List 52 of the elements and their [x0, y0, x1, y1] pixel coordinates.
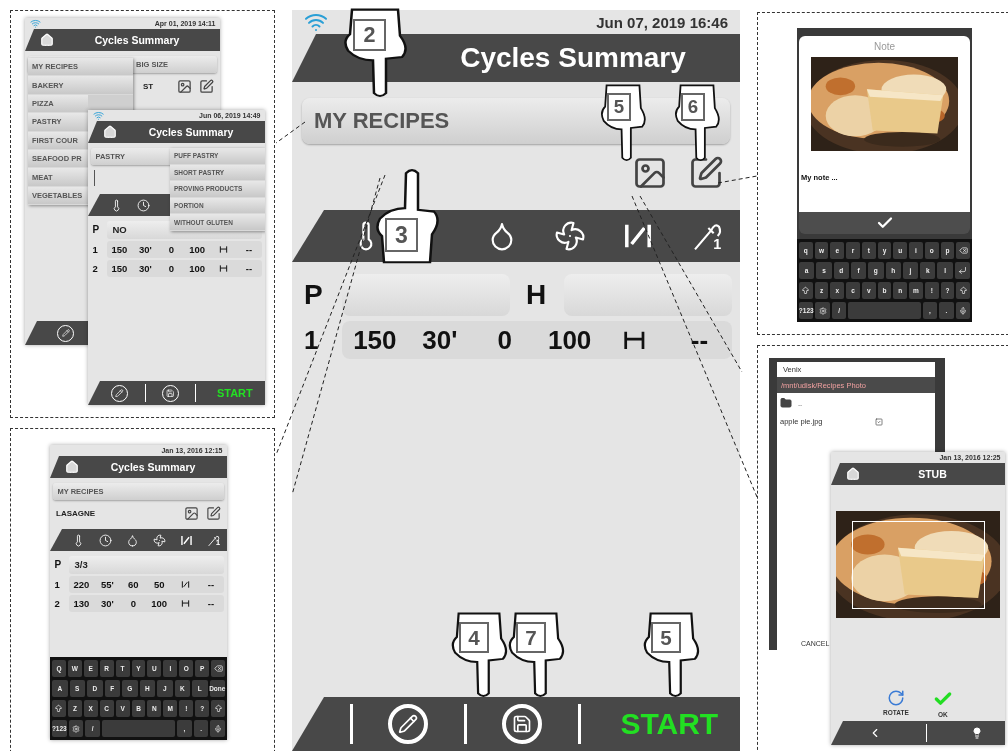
probe-value: -- — [207, 598, 215, 610]
probe-value: -- — [207, 579, 215, 591]
humidity-value: 0 — [168, 263, 174, 275]
humidity-value: 0 — [168, 244, 174, 256]
temperature-value: 220 — [73, 579, 90, 591]
date-time: Jun 07, 2019 16:46 — [596, 13, 728, 31]
humidity-value: 0 — [130, 598, 136, 610]
probe-number: 1 — [215, 537, 221, 547]
h-label: H — [526, 278, 548, 311]
step-number: 2 — [92, 263, 99, 275]
time-value: 55' — [100, 579, 114, 591]
phase-label: P — [92, 224, 101, 236]
step-number-tag: 5 — [607, 93, 631, 122]
humidity-value: 0 — [497, 324, 512, 356]
step-number: 1 — [54, 579, 61, 591]
fan-value: 100 — [189, 263, 206, 275]
humidity-value: 60 — [128, 579, 139, 591]
phase-value: NO — [112, 224, 127, 236]
time-value: 30' — [138, 263, 152, 275]
time-value: 30' — [422, 324, 458, 356]
phase-label: P — [54, 559, 63, 571]
screen-title: Cycles Summary — [109, 461, 197, 473]
time-value: 30' — [138, 244, 152, 256]
step-number-tag: 5 — [651, 622, 681, 654]
step-number: 1 — [304, 324, 320, 356]
step-number: 1 — [92, 244, 99, 256]
step-number-tag: 6 — [681, 93, 705, 122]
screen-title: STUB — [917, 468, 948, 480]
temperature-value: 150 — [111, 244, 128, 256]
temperature-value: 150 — [111, 263, 128, 275]
step-number-tag: 7 — [516, 622, 546, 654]
probe-value: -- — [245, 263, 253, 275]
recipe-name: ST — [143, 81, 154, 91]
temperature-value: 130 — [73, 598, 90, 610]
time-value: 30' — [100, 598, 114, 610]
screen-title: Cycles Summary — [147, 126, 235, 138]
probe-number: 1 — [713, 236, 722, 252]
screen-title: Cycles Summary — [93, 34, 181, 46]
fan-value: 100 — [151, 598, 168, 610]
probe-value: -- — [690, 324, 709, 356]
recipe-name: LASAGNE — [56, 508, 96, 518]
screen-title: Cycles Summary — [459, 42, 687, 74]
fan-value: 50 — [153, 579, 165, 591]
probe-value: -- — [245, 244, 253, 256]
step-number-tag: 4 — [459, 622, 489, 654]
fan-value: 100 — [189, 244, 206, 256]
phase-label: P — [304, 278, 324, 311]
fan-value: 100 — [547, 324, 592, 356]
temperature-value: 150 — [353, 324, 397, 356]
phase-value: 3/3 — [74, 559, 88, 571]
dialog-title: Note — [872, 40, 897, 54]
step-number: 2 — [54, 598, 61, 610]
